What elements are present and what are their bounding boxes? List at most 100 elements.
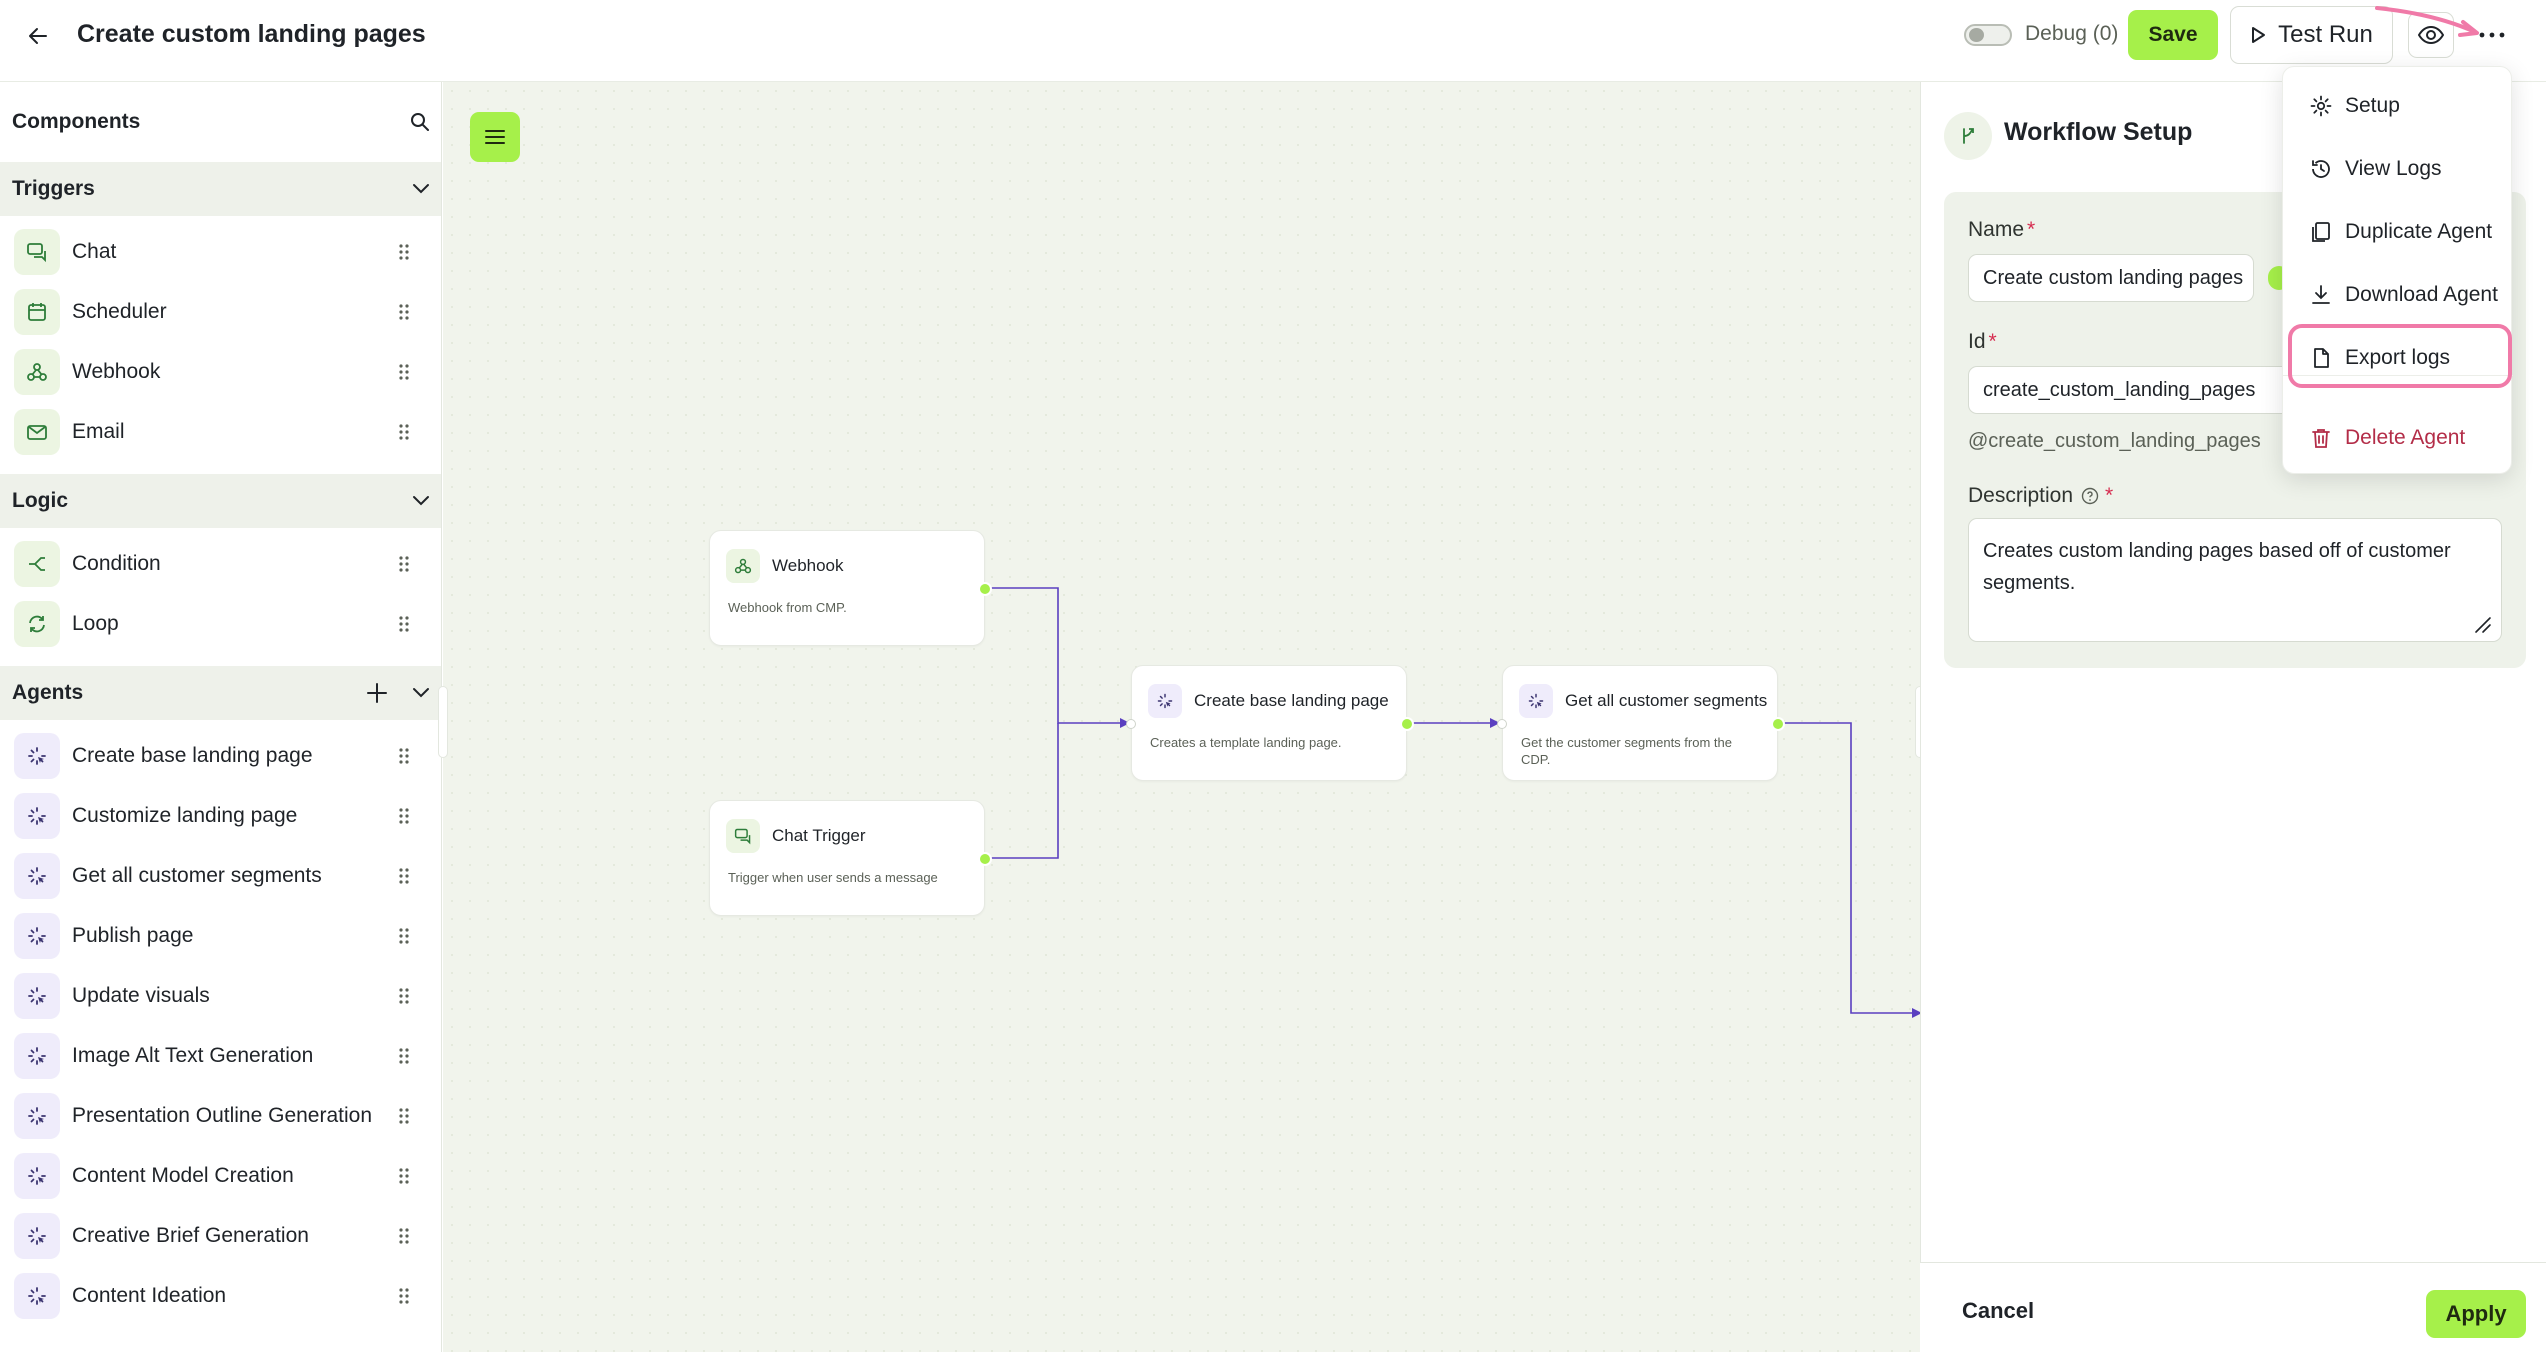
agent-icon [14,793,60,839]
drag-handle-icon[interactable] [394,1284,414,1308]
drag-handle-icon[interactable] [394,1164,414,1188]
drag-handle-icon[interactable] [394,612,414,636]
drag-handle-icon[interactable] [394,1224,414,1248]
description-label-text: Description [1968,484,2074,507]
copy-icon [2312,222,2330,242]
apply-button[interactable]: Apply [2426,1290,2526,1338]
output-port[interactable] [1771,717,1785,731]
more-options-menu: Setup View Logs Duplicate Agent Download… [2282,66,2513,474]
drag-handle-icon[interactable] [394,984,414,1008]
sidebar-item-agent[interactable]: Presentation Outline Generation [0,1086,441,1146]
sidebar-item-agent[interactable]: Publish page [0,906,441,966]
name-input[interactable]: Create custom landing pages [1968,254,2254,302]
edge-webhook-to-create [986,587,1120,724]
agent-icon [14,1093,60,1139]
sidebar-header: Components [0,82,441,162]
drag-handle-icon[interactable] [394,552,414,576]
node-chat-trigger[interactable]: Chat Trigger Trigger when user sends a m… [709,800,992,916]
chevron-down-icon[interactable] [412,495,430,507]
resize-grip-icon[interactable] [2472,614,2492,634]
gear-icon [2310,95,2332,117]
node-create-base-landing-page[interactable]: Create base landing page Creates a templ… [1126,665,1414,781]
save-button[interactable]: Save [2128,10,2218,60]
sidebar-item-agent[interactable]: Content Ideation [0,1266,441,1326]
back-button[interactable] [18,16,58,56]
menu-item-download-agent[interactable]: Download Agent [2299,272,2499,318]
sidebar-item-agent[interactable]: Creative Brief Generation [0,1206,441,1266]
sidebar-item-agent[interactable]: Content Model Creation [0,1146,441,1206]
sidebar-item-label: Publish page [72,924,194,947]
input-port[interactable] [1497,719,1507,729]
drag-handle-icon[interactable] [394,300,414,324]
sidebar-item-label: Image Alt Text Generation [72,1044,314,1067]
node-webhook[interactable]: Webhook Webhook from CMP. [709,530,992,646]
download-icon [2312,285,2330,304]
section-agents[interactable]: Agents [0,666,441,720]
sidebar-item-agent[interactable]: Create base landing page [0,726,441,786]
test-run-button[interactable]: Test Run [2230,6,2393,64]
drag-handle-icon[interactable] [394,420,414,444]
sidebar-item-label: Condition [72,552,161,575]
search-icon[interactable] [410,112,430,132]
sidebar-item-email[interactable]: Email [0,402,441,462]
plus-icon[interactable] [366,682,388,704]
page-title: Create custom landing pages [77,20,426,48]
sidebar-item-label: Content Ideation [72,1284,227,1307]
menu-item-view-logs[interactable]: View Logs [2299,146,2499,192]
drag-handle-icon[interactable] [394,1104,414,1128]
agent-icon [14,733,60,779]
debug-label: Debug (0) [2025,22,2119,45]
menu-item-duplicate-agent[interactable]: Duplicate Agent [2299,209,2499,255]
required-marker: * [1988,330,1997,353]
cancel-button[interactable]: Cancel [1962,1298,2034,1324]
name-label-text: Name [1968,218,2025,241]
help-icon[interactable] [2081,487,2099,505]
section-logic[interactable]: Logic [0,474,441,528]
edge-chat-to-create [986,723,1059,859]
sidebar-item-agent[interactable]: Customize landing page [0,786,441,846]
drag-handle-icon[interactable] [394,864,414,888]
arrow-left-icon [29,28,47,44]
chevron-down-icon[interactable] [412,687,430,699]
drag-handle-icon[interactable] [394,360,414,384]
debug-toggle[interactable] [1964,24,2012,46]
sidebar-item-label: Scheduler [72,300,167,323]
sidebar-item-loop[interactable]: Loop [0,594,441,654]
sidebar-item-label: Content Model Creation [72,1164,294,1187]
description-textarea[interactable]: Creates custom landing pages based off o… [1968,518,2502,642]
agent-icon [14,973,60,1019]
agent-icon [14,1033,60,1079]
input-port[interactable] [1126,719,1136,729]
drag-handle-icon[interactable] [394,924,414,948]
sidebar-item-condition[interactable]: Condition [0,534,441,594]
output-port[interactable] [978,582,992,596]
sidebar-item-agent[interactable]: Update visuals [0,966,441,1026]
chevron-down-icon[interactable] [412,183,430,195]
sidebar-title: Components [12,110,141,133]
play-icon [2252,27,2266,43]
menu-item-label: Setup [2345,94,2400,117]
sidebar-item-agent[interactable]: Get all customer segments [0,846,441,906]
menu-item-setup[interactable]: Setup [2299,83,2499,129]
drag-handle-icon[interactable] [394,240,414,264]
menu-item-delete-agent[interactable]: Delete Agent [2299,415,2499,461]
sidebar-item-webhook[interactable]: Webhook [0,342,441,402]
sidebar-item-agent[interactable]: Image Alt Text Generation [0,1026,441,1086]
drag-handle-icon[interactable] [394,1044,414,1068]
required-marker: * [2105,484,2114,507]
webhook-icon [726,549,760,583]
node-get-all-customer-segments[interactable]: Get all customer segments Get the custom… [1497,665,1785,781]
section-triggers[interactable]: Triggers [0,162,441,216]
output-port[interactable] [1400,717,1414,731]
sidebar-item-label: Presentation Outline Generation [72,1104,373,1127]
sidebar-item-label: Update visuals [72,984,210,1007]
history-icon [2312,160,2330,178]
sidebar-item-scheduler[interactable]: Scheduler [0,282,441,342]
node-description: Webhook from CMP. [728,600,847,615]
id-input[interactable]: create_custom_landing_pages [1968,366,2288,414]
sidebar-item-chat[interactable]: Chat [0,222,441,282]
drag-handle-icon[interactable] [394,744,414,768]
drag-handle-icon[interactable] [394,804,414,828]
output-port[interactable] [978,852,992,866]
sidebar-item-label: Loop [72,612,119,635]
